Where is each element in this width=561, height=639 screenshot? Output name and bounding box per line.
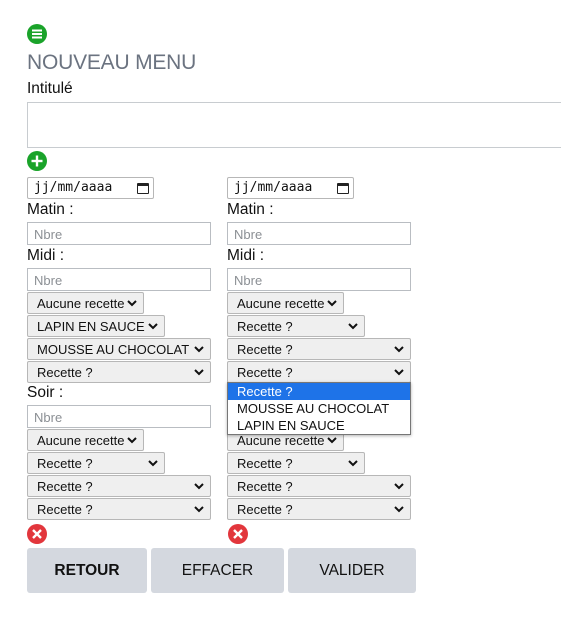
page-title: NOUVEAU MENU [27,51,197,74]
dropdown-option[interactable]: MOUSSE AU CHOCOLAT [228,400,410,417]
chevron-down-icon [394,366,404,378]
midi-recipe-select[interactable]: Aucune recette [27,292,144,314]
select-value: LAPIN EN SAUCE [37,319,145,334]
midi-recipe-select[interactable]: Recette ? [27,361,211,383]
midi-recipe-select[interactable]: LAPIN EN SAUCE [27,315,165,337]
select-value: Aucune recette [237,296,325,311]
select-value: Recette ? [237,479,293,494]
select-value: Aucune recette [37,296,125,311]
calendar-icon[interactable] [337,183,349,194]
midi-recipe-select[interactable]: Aucune recette [227,292,344,314]
chevron-down-icon [327,297,337,309]
select-value: Recette ? [37,479,93,494]
chevron-down-icon [394,343,404,355]
midi-label: Midi : [27,247,65,264]
chevron-down-icon [194,366,204,378]
soir-recipe-select[interactable]: Recette ? [227,452,365,474]
midi-recipe-select-open[interactable]: Recette ? [227,361,411,383]
date-input-day2[interactable]: jj/mm/aaaa [227,177,354,199]
remove-day-icon[interactable] [27,524,47,544]
select-value: Aucune recette [37,433,125,448]
date-placeholder: jj/mm/aaaa [34,180,113,195]
remove-day-icon[interactable] [228,524,248,544]
soir-recipe-select[interactable]: Recette ? [27,498,211,520]
dropdown-option[interactable]: Recette ? [228,383,410,400]
chevron-down-icon [127,434,137,446]
intitule-input[interactable] [27,102,561,148]
select-value: Recette ? [237,365,293,380]
intitule-label: Intitulé [27,80,73,97]
select-value: Recette ? [37,456,93,471]
chevron-down-icon [148,320,158,332]
calendar-icon[interactable] [137,183,149,194]
date-input-day1[interactable]: jj/mm/aaaa [27,177,154,199]
chevron-down-icon [327,434,337,446]
retour-button[interactable]: RETOUR [27,548,147,593]
chevron-down-icon [194,503,204,515]
select-value: Aucune recette [237,433,325,448]
dropdown-option[interactable]: LAPIN EN SAUCE [228,417,410,434]
valider-button[interactable]: VALIDER [288,548,416,593]
chevron-down-icon [394,480,404,492]
midi-label: Midi : [227,247,265,264]
chevron-down-icon [348,320,358,332]
select-value: Recette ? [237,502,293,517]
soir-recipe-select[interactable]: Recette ? [227,475,411,497]
matin-count-input[interactable]: Nbre [27,222,211,245]
menu-icon[interactable] [27,24,47,44]
matin-label: Matin : [227,201,274,218]
soir-recipe-select[interactable]: Aucune recette [27,429,144,451]
chevron-down-icon [348,457,358,469]
soir-count-input[interactable]: Nbre [27,405,211,428]
select-value: Recette ? [37,502,93,517]
chevron-down-icon [194,480,204,492]
effacer-button[interactable]: EFFACER [151,548,284,593]
midi-recipe-select[interactable]: Recette ? [227,315,365,337]
soir-recipe-select[interactable]: Recette ? [27,475,211,497]
soir-recipe-select[interactable]: Recette ? [27,452,165,474]
add-day-icon[interactable] [27,151,47,171]
recipe-dropdown-list[interactable]: Recette ? MOUSSE AU CHOCOLAT LAPIN EN SA… [227,382,411,435]
soir-label: Soir : [27,384,64,401]
matin-label: Matin : [27,201,74,218]
date-placeholder: jj/mm/aaaa [234,180,313,195]
soir-recipe-select[interactable]: Recette ? [227,498,411,520]
chevron-down-icon [148,457,158,469]
midi-recipe-select[interactable]: MOUSSE AU CHOCOLAT [27,338,211,360]
midi-recipe-select[interactable]: Recette ? [227,338,411,360]
midi-count-input[interactable]: Nbre [227,268,411,291]
chevron-down-icon [194,343,204,355]
chevron-down-icon [127,297,137,309]
chevron-down-icon [394,503,404,515]
select-value: Recette ? [37,365,93,380]
select-value: Recette ? [237,319,293,334]
midi-count-input[interactable]: Nbre [27,268,211,291]
matin-count-input[interactable]: Nbre [227,222,411,245]
select-value: Recette ? [237,342,293,357]
select-value: MOUSSE AU CHOCOLAT [37,342,190,357]
select-value: Recette ? [237,456,293,471]
